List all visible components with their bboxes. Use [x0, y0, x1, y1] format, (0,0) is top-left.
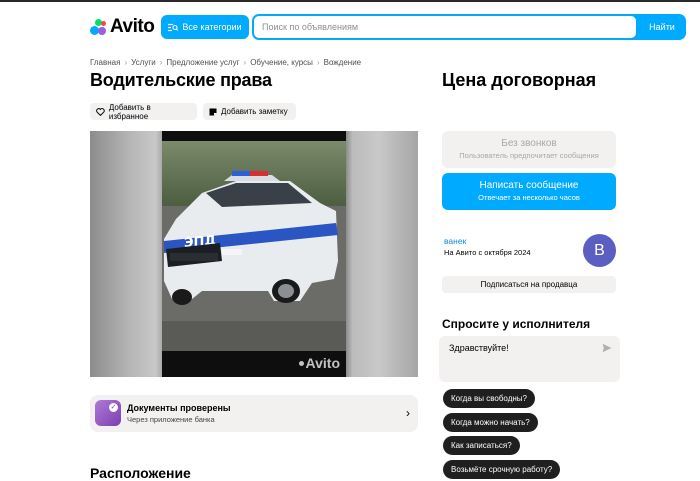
price: Цена договорная	[442, 70, 597, 90]
breadcrumb-item-offers[interactable]: Предложение услуг	[166, 58, 239, 67]
send-icon[interactable]	[602, 343, 612, 353]
police-car-image: ЭПД	[162, 131, 346, 377]
avatar[interactable]: В	[583, 234, 616, 267]
photo-watermark: Avito	[298, 355, 340, 371]
logo-text: Avito	[110, 16, 155, 37]
write-message-label: Написать сообщение	[479, 180, 579, 191]
documents-verified-card[interactable]: ✓ Документы проверены Через приложение б…	[90, 395, 418, 432]
breadcrumb-separator: ›	[316, 58, 320, 67]
verified-document-icon: ✓	[95, 400, 121, 426]
documents-title: Документы проверены	[127, 403, 231, 413]
quick-question-chip[interactable]: Когда вы свободны?	[443, 389, 535, 408]
add-note-button[interactable]: Добавить заметку	[203, 103, 296, 120]
breadcrumb-separator: ›	[243, 58, 247, 67]
breadcrumb-item-home[interactable]: Главная	[90, 58, 120, 67]
search-input[interactable]	[254, 16, 636, 38]
ask-title: Спросите у исполнителя	[442, 317, 591, 331]
breadcrumb-item-courses[interactable]: Обучение, курсы	[250, 58, 313, 67]
listing-photo: ЭПД Avito	[162, 131, 346, 377]
quick-question-chip[interactable]: Когда можно начать?	[443, 413, 538, 432]
write-message-button[interactable]: Написать сообщение Отвечает за несколько…	[442, 173, 616, 210]
subscribe-seller-button[interactable]: Подписаться на продавца	[442, 276, 616, 293]
no-calls-subtitle: Пользователь предпочитает сообщения	[459, 151, 599, 160]
breadcrumb-separator: ›	[159, 58, 163, 67]
add-to-favorites-label: Добавить в избранное	[108, 102, 151, 121]
no-calls-notice: Без звонков Пользователь предпочитает со…	[442, 131, 616, 168]
heart-icon	[96, 107, 105, 116]
quick-question-chip[interactable]: Как записаться?	[443, 436, 520, 455]
all-categories-label: Все категории	[182, 22, 242, 32]
search-button[interactable]: Найти	[638, 14, 686, 40]
ask-message-text: Здравствуйте!	[449, 343, 509, 353]
logo-dots-icon	[90, 18, 108, 36]
quick-question-chip[interactable]: Возьмёте срочную работу?	[443, 460, 561, 479]
no-calls-title: Без звонков	[501, 138, 557, 149]
seller-name-link[interactable]: ванек	[444, 236, 466, 246]
breadcrumb-item-driving[interactable]: Вождение	[324, 58, 362, 67]
watermark-text: Avito	[305, 355, 340, 371]
note-icon	[209, 108, 217, 115]
breadcrumb-separator: ›	[124, 58, 128, 67]
add-note-label: Добавить заметку	[221, 107, 288, 116]
response-time: Отвечает за несколько часов	[478, 193, 580, 202]
search-bar: Найти	[252, 14, 686, 40]
avito-logo[interactable]: Avito	[90, 16, 155, 37]
breadcrumb: Главная › Услуги › Предложение услуг › О…	[90, 58, 361, 67]
header: Avito Все категории Найти	[0, 2, 700, 52]
chevron-right-icon: ›	[406, 406, 410, 420]
breadcrumb-item-services[interactable]: Услуги	[131, 58, 156, 67]
all-categories-button[interactable]: Все категории	[161, 15, 249, 39]
documents-subtitle: Через приложение банка	[127, 415, 215, 424]
seller-since: На Авито с октября 2024	[444, 248, 531, 257]
page-title: Водительские права	[90, 70, 272, 90]
ask-message-box[interactable]: Здравствуйте!	[439, 336, 620, 382]
photo-gallery[interactable]: ЭПД Avito	[90, 131, 418, 377]
location-heading: Расположение	[90, 465, 191, 481]
add-to-favorites-button[interactable]: Добавить в избранное	[90, 102, 197, 121]
categories-search-icon	[168, 23, 179, 31]
